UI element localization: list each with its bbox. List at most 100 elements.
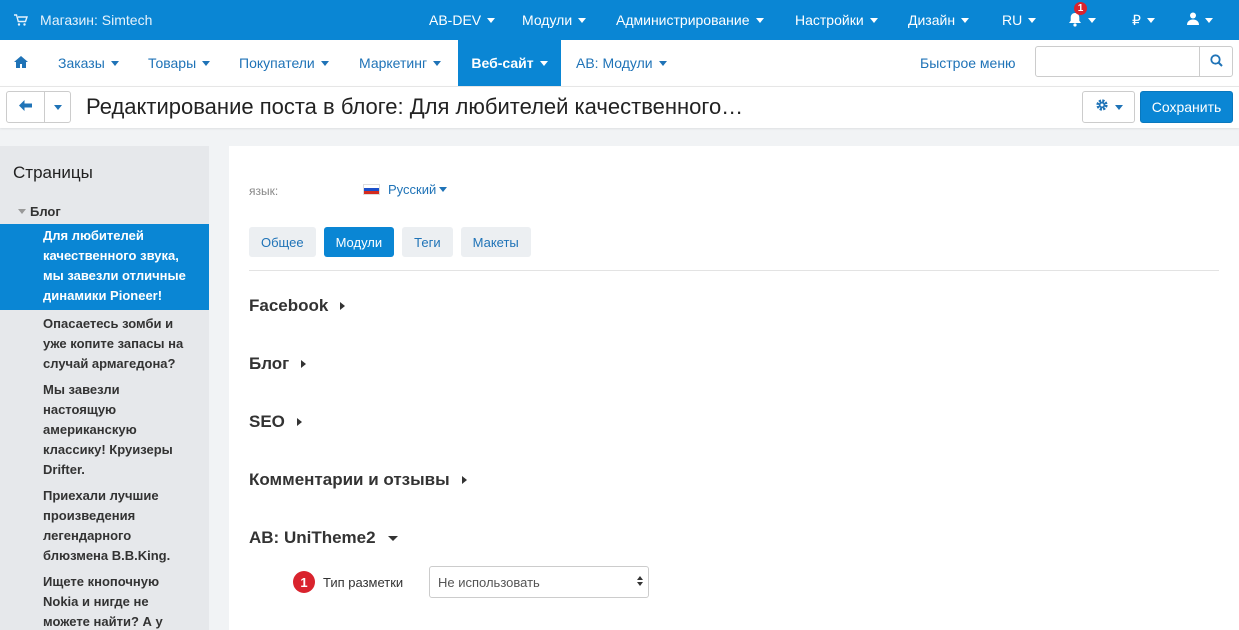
top-bar: Магазин: Simtech AB-DEV Модули Администр… [0,0,1239,40]
store-switcher[interactable]: Магазин: Simtech [14,0,152,40]
step-number-badge: 1 [293,571,315,593]
sidebar-post-item[interactable]: Мы завезли настоящую американскую класси… [0,380,209,480]
tab-layouts[interactable]: Макеты [460,227,531,257]
nav-ab-modules-label: AB: Модули [576,55,653,71]
nav-customers[interactable]: Покупатели [239,40,329,86]
section-blog[interactable]: Блог [249,354,307,374]
back-dropdown-button[interactable] [44,91,71,123]
chevron-down-icon [53,104,62,110]
menu-modules-label: Модули [522,12,573,28]
user-icon [1187,12,1199,28]
section-comments[interactable]: Комментарии и отзывы [249,470,467,490]
section-facebook[interactable]: Facebook [249,296,346,316]
section-seo-title: SEO [249,412,285,431]
sidebar-title: Страницы [13,163,93,182]
chevron-down-icon [320,60,329,66]
sidebar-post-item[interactable]: Опасаетесь зомби и уже копите запасы на … [0,314,209,374]
menu-design[interactable]: Дизайн [908,0,970,40]
nav-website-label: Веб-сайт [471,55,534,71]
search-button[interactable] [1199,46,1233,77]
divider [249,270,1219,271]
currency-label: ₽ [1132,11,1141,28]
sidebar-post-item[interactable]: Приехали лучшие произведения легендарног… [0,486,209,566]
menu-modules[interactable]: Модули [522,0,587,40]
nav-ab-modules[interactable]: AB: Модули [576,40,667,86]
markup-type-value: Не использовать [438,574,540,590]
chevron-down-icon [1088,17,1096,23]
sidebar-post-item[interactable]: Для любителей качественного звука, мы за… [0,224,209,310]
main-content: язык: Русский Общее Модули Теги Макеты F… [229,146,1239,630]
chevron-down-icon [439,187,448,192]
section-blog-title: Блог [249,354,290,373]
home-icon [14,55,28,71]
language-value: Русский [388,182,437,197]
tab-tags[interactable]: Теги [402,227,453,257]
menu-design-label: Дизайн [908,12,956,28]
store-name: Магазин: Simtech [40,12,153,28]
language-select[interactable]: Русский [363,182,448,197]
select-arrows-icon [637,576,643,586]
notification-badge: 1 [1074,2,1087,15]
main-nav: Заказы Товары Покупатели Маркетинг Веб-с… [0,40,1239,86]
caret-right-icon [301,360,307,368]
menu-ab-dev-label: AB-DEV [429,12,482,28]
caret-down-icon [18,209,26,214]
nav-orders-label: Заказы [58,55,105,71]
currency-menu[interactable]: ₽ [1132,0,1155,40]
quick-menu-link[interactable]: Быстрое меню [920,40,1016,86]
chevron-down-icon [433,60,442,66]
chevron-down-icon [961,17,970,23]
title-bar: Редактирование поста в блоге: Для любите… [0,86,1239,128]
menu-administration[interactable]: Администрирование [616,0,764,40]
nav-website[interactable]: Веб-сайт [458,40,561,86]
sidebar-group-blog[interactable]: Блог [18,204,61,219]
menu-language[interactable]: RU [1002,0,1037,40]
quick-menu-label: Быстрое меню [920,55,1016,71]
section-unitheme-title: AB: UniTheme2 [249,528,376,547]
search-icon [1209,53,1223,70]
chevron-down-icon [1146,17,1155,23]
save-button[interactable]: Сохранить [1140,91,1233,123]
sidebar-group-label: Блог [30,204,61,219]
settings-dropdown-button[interactable] [1082,91,1135,123]
user-menu[interactable] [1187,0,1213,40]
caret-down-icon [387,535,398,541]
section-seo[interactable]: SEO [249,412,302,432]
section-unitheme[interactable]: AB: UniTheme2 [249,528,398,548]
chevron-down-icon [578,17,587,23]
caret-right-icon [340,302,346,310]
notifications-menu[interactable]: 1 [1068,0,1096,40]
tabs: Общее Модули Теги Макеты [249,227,531,257]
nav-marketing-label: Маркетинг [359,55,428,71]
sidebar: Страницы Блог Для любителей качественног… [0,146,209,630]
search-input[interactable] [1035,46,1200,77]
back-button[interactable] [6,91,45,123]
arrow-left-icon [19,98,32,116]
markup-type-select[interactable]: Не использовать [429,566,649,598]
tab-general[interactable]: Общее [249,227,316,257]
nav-orders[interactable]: Заказы [58,40,119,86]
nav-marketing[interactable]: Маркетинг [359,40,442,86]
language-label: язык: [249,184,279,198]
nav-products[interactable]: Товары [148,40,211,86]
menu-settings-label: Настройки [795,12,864,28]
section-facebook-title: Facebook [249,296,329,315]
home-link[interactable] [0,40,42,86]
caret-right-icon [296,418,302,426]
menu-settings[interactable]: Настройки [795,0,878,40]
nav-products-label: Товары [148,55,197,71]
chevron-down-icon [1205,17,1213,23]
sidebar-post-item[interactable]: Ищете кнопочную Nokia и нигде не можете … [0,572,209,630]
section-comments-title: Комментарии и отзывы [249,470,450,489]
gear-icon [1095,98,1109,117]
menu-administration-label: Администрирование [616,12,750,28]
menu-ab-dev[interactable]: AB-DEV [429,0,496,40]
markup-type-field: 1 Тип разметки Не использовать [293,566,649,598]
menu-language-label: RU [1002,12,1023,28]
chevron-down-icon [869,17,878,23]
chevron-down-icon [202,60,211,66]
chevron-down-icon [110,60,119,66]
chevron-down-icon [755,17,764,23]
tab-modules[interactable]: Модули [323,227,395,257]
caret-right-icon [461,476,467,484]
